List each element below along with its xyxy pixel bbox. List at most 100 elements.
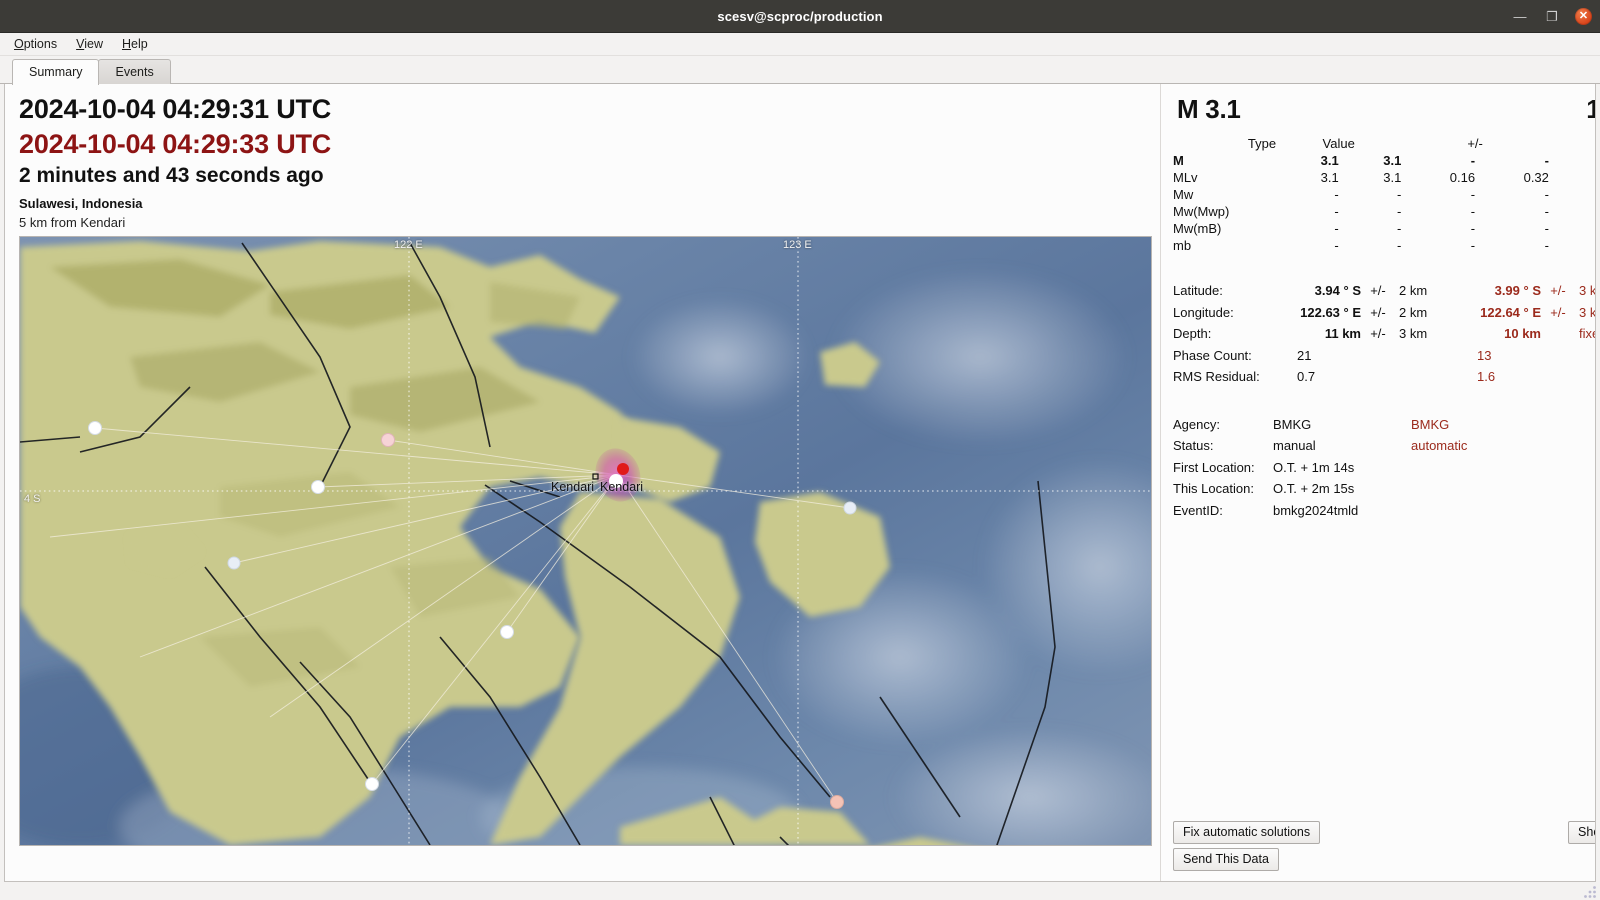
fix-automatic-solutions-button[interactable]: Fix automatic solutions xyxy=(1173,821,1321,844)
latitude-err-auto: 3 km xyxy=(1579,283,1596,298)
menu-item-help[interactable]: Help xyxy=(114,35,157,53)
depth-value: 11 km xyxy=(1586,94,1595,125)
cell-pm-auto: 0.32 xyxy=(1523,170,1549,185)
menu-label-options: ptions xyxy=(23,37,58,51)
cell-type: Mw xyxy=(1173,187,1194,202)
agency-auto: BMKG xyxy=(1411,416,1450,432)
meta-row-event-id: EventID: bmkg2024tmld xyxy=(1173,500,1595,522)
header-plus-minus: +/- xyxy=(1467,136,1483,151)
depth-err-manual: 3 km xyxy=(1399,326,1428,341)
application-window: scesv@scproc/production — ❐ ✕ Options Vi… xyxy=(0,0,1600,900)
table-header-row: Type Value +/- Count xyxy=(1171,135,1595,152)
meta-row-status: Status: manual automatic xyxy=(1173,435,1595,457)
detail-row-depth: Depth: 11 km +/- 3 km 10 km fixed xyxy=(1173,323,1595,345)
cell-value-auto: - xyxy=(1396,221,1402,236)
cell-type: mb xyxy=(1173,238,1192,253)
cell-count: - xyxy=(1549,203,1595,220)
show-details-button[interactable]: Show Details xyxy=(1568,821,1595,844)
cell-pm-auto: - xyxy=(1544,187,1549,202)
button-row-top: Fix automatic solutions Show Details xyxy=(1171,821,1595,848)
origin-time-primary: 2024-10-04 04:29:31 UTC xyxy=(19,94,332,124)
relative-time: 2 minutes and 43 seconds ago xyxy=(19,164,324,188)
cell-value: - xyxy=(1334,204,1339,219)
label-status: Status: xyxy=(1173,438,1214,453)
rms-residual-auto: 1.6 xyxy=(1477,369,1496,384)
map-view[interactable]: 122 E 123 E 4 S Kendari Kendari xyxy=(19,235,1152,846)
phase-count-manual: 21 xyxy=(1297,347,1312,363)
content-area: 2024-10-04 04:29:31 UTC 2024-10-04 04:29… xyxy=(4,84,1596,882)
cell-pm-auto: - xyxy=(1544,204,1549,219)
cell-pm-auto: - xyxy=(1544,238,1549,253)
resize-grip-icon[interactable] xyxy=(1584,884,1598,898)
cell-pm: 0.16 xyxy=(1449,170,1476,185)
cell-count: - xyxy=(1549,220,1595,237)
status-auto: automatic xyxy=(1411,438,1468,453)
cell-value-auto: - xyxy=(1396,238,1402,253)
latitude-auto: 3.99 ° S xyxy=(1494,283,1541,298)
cell-value: - xyxy=(1334,221,1339,236)
detail-row-longitude: Longitude: 122.63 ° E +/- 2 km 122.64 ° … xyxy=(1173,302,1596,324)
cell-type: MLv xyxy=(1173,170,1198,185)
longitude-err-auto: 3 km xyxy=(1579,304,1596,320)
cell-pm: - xyxy=(1470,153,1476,168)
button-row-bottom: Send This Data xyxy=(1171,848,1595,875)
label-phase-count: Phase Count: xyxy=(1173,347,1252,363)
cell-value-auto: - xyxy=(1396,204,1402,219)
city-label-kendari-1: Kendari xyxy=(551,479,595,494)
close-icon[interactable]: ✕ xyxy=(1575,7,1592,25)
send-this-data-button[interactable]: Send This Data xyxy=(1173,848,1279,871)
cell-type: Mw(Mwp) xyxy=(1173,204,1230,219)
right-pane-spacer xyxy=(1171,521,1595,821)
first-location-value: O.T. + 1m 14s xyxy=(1273,459,1355,475)
label-event-id: EventID: xyxy=(1173,502,1223,518)
minimize-icon[interactable]: — xyxy=(1511,7,1529,25)
detail-row-rms-residual: RMS Residual: 0.7 1.6 xyxy=(1173,366,1595,388)
cell-count: - xyxy=(1549,186,1595,203)
depth-fixed-flag: fixed xyxy=(1579,326,1595,341)
region-name: Sulawesi, Indonesia xyxy=(19,195,143,211)
header-count: Count xyxy=(1549,135,1595,152)
table-row: Mw - - - - - - xyxy=(1171,186,1595,203)
table-row: Mw(Mwp) - - - - - - xyxy=(1171,203,1595,220)
phase-count-auto: 13 xyxy=(1477,347,1492,363)
right-pane: M 3.1 11 km Type Value +/- Count M 3.1 xyxy=(1160,84,1596,881)
label-agency: Agency: xyxy=(1173,416,1220,432)
latitude-err-manual: 2 km xyxy=(1399,283,1428,298)
status-bar xyxy=(0,886,1600,900)
tab-events[interactable]: Events xyxy=(98,59,171,84)
cell-count: 10 xyxy=(1549,152,1595,169)
latitude-manual: 3.94 ° S xyxy=(1314,283,1361,298)
meta-row-this-location: This Location: O.T. + 2m 15s xyxy=(1173,478,1595,500)
label-this-location: This Location: xyxy=(1173,481,1254,496)
label-first-location: First Location: xyxy=(1173,459,1255,475)
detail-row-latitude: Latitude: 3.94 ° S +/- 2 km 3.99 ° S +/-… xyxy=(1173,280,1596,302)
rms-residual-manual: 0.7 xyxy=(1297,369,1316,384)
nearest-city-distance: 5 km from Kendari xyxy=(19,214,126,230)
location-details: Latitude: 3.94 ° S +/- 2 km 3.99 ° S +/-… xyxy=(1171,280,1596,388)
tab-summary[interactable]: Summary xyxy=(12,59,100,85)
header-type: Type xyxy=(1247,136,1277,151)
event-id-value: bmkg2024tmld xyxy=(1273,502,1359,518)
table-row: M 3.1 3.1 - - 10 6 xyxy=(1171,152,1595,169)
longitude-pm-auto: +/- xyxy=(1550,304,1566,320)
cell-value-auto: 3.1 xyxy=(1383,153,1402,168)
label-rms-residual: RMS Residual: xyxy=(1173,369,1260,384)
cell-type: M xyxy=(1173,153,1184,168)
table-row: MLv 3.1 3.1 0.16 0.32 10 6 xyxy=(1171,169,1595,186)
cell-pm-auto: - xyxy=(1544,221,1549,236)
maximize-icon[interactable]: ❐ xyxy=(1543,7,1561,25)
menu-item-view[interactable]: View xyxy=(68,35,112,53)
label-longitude: Longitude: xyxy=(1173,304,1234,320)
tab-strip: Summary Events xyxy=(0,56,1600,85)
cell-value-auto: 3.1 xyxy=(1383,170,1402,185)
cell-value: 3.1 xyxy=(1320,153,1339,168)
depth-auto: 10 km xyxy=(1504,326,1541,341)
cell-value: 3.1 xyxy=(1320,170,1339,185)
menu-item-options[interactable]: Options xyxy=(6,35,66,53)
magnitude-table: Type Value +/- Count M 3.1 3.1 - - 10 6 xyxy=(1171,135,1595,254)
city-label-kendari-2: Kendari xyxy=(600,479,644,494)
magnitude-value: M 3.1 xyxy=(1177,94,1241,124)
meta-row-agency: Agency: BMKG BMKG xyxy=(1173,414,1595,436)
label-latitude: Latitude: xyxy=(1173,283,1223,298)
origin-time-secondary: 2024-10-04 04:29:33 UTC xyxy=(19,128,332,159)
